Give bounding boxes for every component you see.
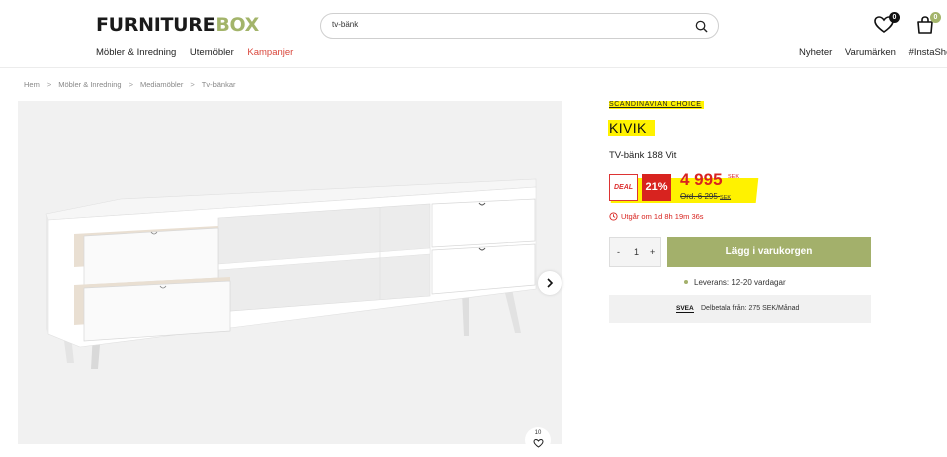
delivery-text: Leverans: 12-20 vardagar [694, 278, 786, 287]
heart-icon [533, 438, 544, 448]
nav-item-mobler[interactable]: Möbler & Inredning [96, 47, 176, 58]
delivery-status-dot [684, 280, 688, 284]
product-image-gallery[interactable] [18, 101, 562, 444]
nav-item-utemobler[interactable]: Utemöbler [190, 47, 234, 58]
campaign-timer: Utgår om 1d 8h 19m 36s [609, 212, 704, 221]
payment-option[interactable]: SVEA Delbetala från: 275 SEK/Månad [609, 295, 871, 323]
breadcrumb-item[interactable]: Mediamöbler [140, 80, 183, 89]
site-logo[interactable]: FURNITUREBOX [96, 14, 259, 36]
nav-item-nyheter[interactable]: Nyheter [799, 47, 832, 58]
quantity-decrease-button[interactable]: - [617, 247, 620, 257]
breadcrumb-item[interactable]: Hem [24, 80, 40, 89]
delivery-info: Leverans: 12-20 vardagar [684, 278, 786, 287]
secondary-nav: Nyheter Varumärken #InstaShop [799, 47, 947, 58]
breadcrumb-separator: > [128, 80, 133, 89]
cart-count-badge: 0 [930, 12, 941, 23]
price-currency: SEK [728, 174, 740, 180]
favorite-count: 10 [534, 430, 542, 436]
original-price-value: Ord. 6 295 [680, 192, 718, 201]
quantity-value[interactable]: 1 [634, 247, 639, 257]
search-input[interactable]: tv-bänk [332, 20, 358, 29]
breadcrumb-separator: > [190, 80, 195, 89]
product-image [45, 178, 537, 369]
favorite-count-button[interactable]: 10 [525, 427, 551, 453]
logo-main-text: FURNITURE [96, 14, 216, 36]
search-bar[interactable]: tv-bänk [320, 13, 719, 39]
quantity-stepper[interactable]: - 1 + [609, 237, 661, 267]
original-price-currency: SEK [720, 195, 732, 201]
wishlist-button[interactable]: 0 [873, 12, 900, 36]
main-nav: Möbler & Inredning Utemöbler Kampanjer [96, 47, 304, 58]
discount-badge: 21% [642, 174, 671, 201]
gallery-next-button[interactable] [538, 271, 562, 295]
clock-icon [609, 212, 618, 221]
breadcrumb-item[interactable]: Tv-bänkar [202, 80, 236, 89]
nav-item-instashop[interactable]: #InstaShop [909, 47, 947, 58]
svea-logo: SVEA [676, 305, 694, 313]
current-price: 4 995 [680, 170, 723, 189]
breadcrumb-item[interactable]: Möbler & Inredning [58, 80, 121, 89]
timer-text: Utgår om 1d 8h 19m 36s [621, 212, 704, 221]
header-divider [0, 67, 947, 68]
breadcrumb-separator: > [46, 80, 52, 89]
brand-link[interactable]: SCANDINAVIAN CHOICE [609, 101, 704, 109]
logo-accent-text: BOX [215, 14, 260, 36]
chevron-right-icon [547, 278, 554, 288]
original-price: Ord. 6 295 SEK [680, 192, 731, 201]
wishlist-count-badge: 0 [889, 12, 900, 23]
payment-text: Delbetala från: 275 SEK/Månad [701, 305, 800, 312]
cart-button[interactable]: 0 [914, 12, 941, 36]
nav-item-kampanjer[interactable]: Kampanjer [247, 47, 293, 58]
deal-badge: DEAL [609, 174, 638, 201]
product-subtitle: TV-bänk 188 Vit [609, 150, 677, 161]
product-title: KIVIK [608, 120, 655, 136]
quantity-increase-button[interactable]: + [650, 247, 655, 257]
search-icon[interactable] [694, 19, 709, 34]
nav-item-varumarken[interactable]: Varumärken [845, 47, 896, 58]
breadcrumb: Hem > Möbler & Inredning > Mediamöbler > Tv-bä… [24, 80, 236, 89]
add-to-cart-button[interactable]: Lägg i varukorgen [667, 237, 871, 267]
